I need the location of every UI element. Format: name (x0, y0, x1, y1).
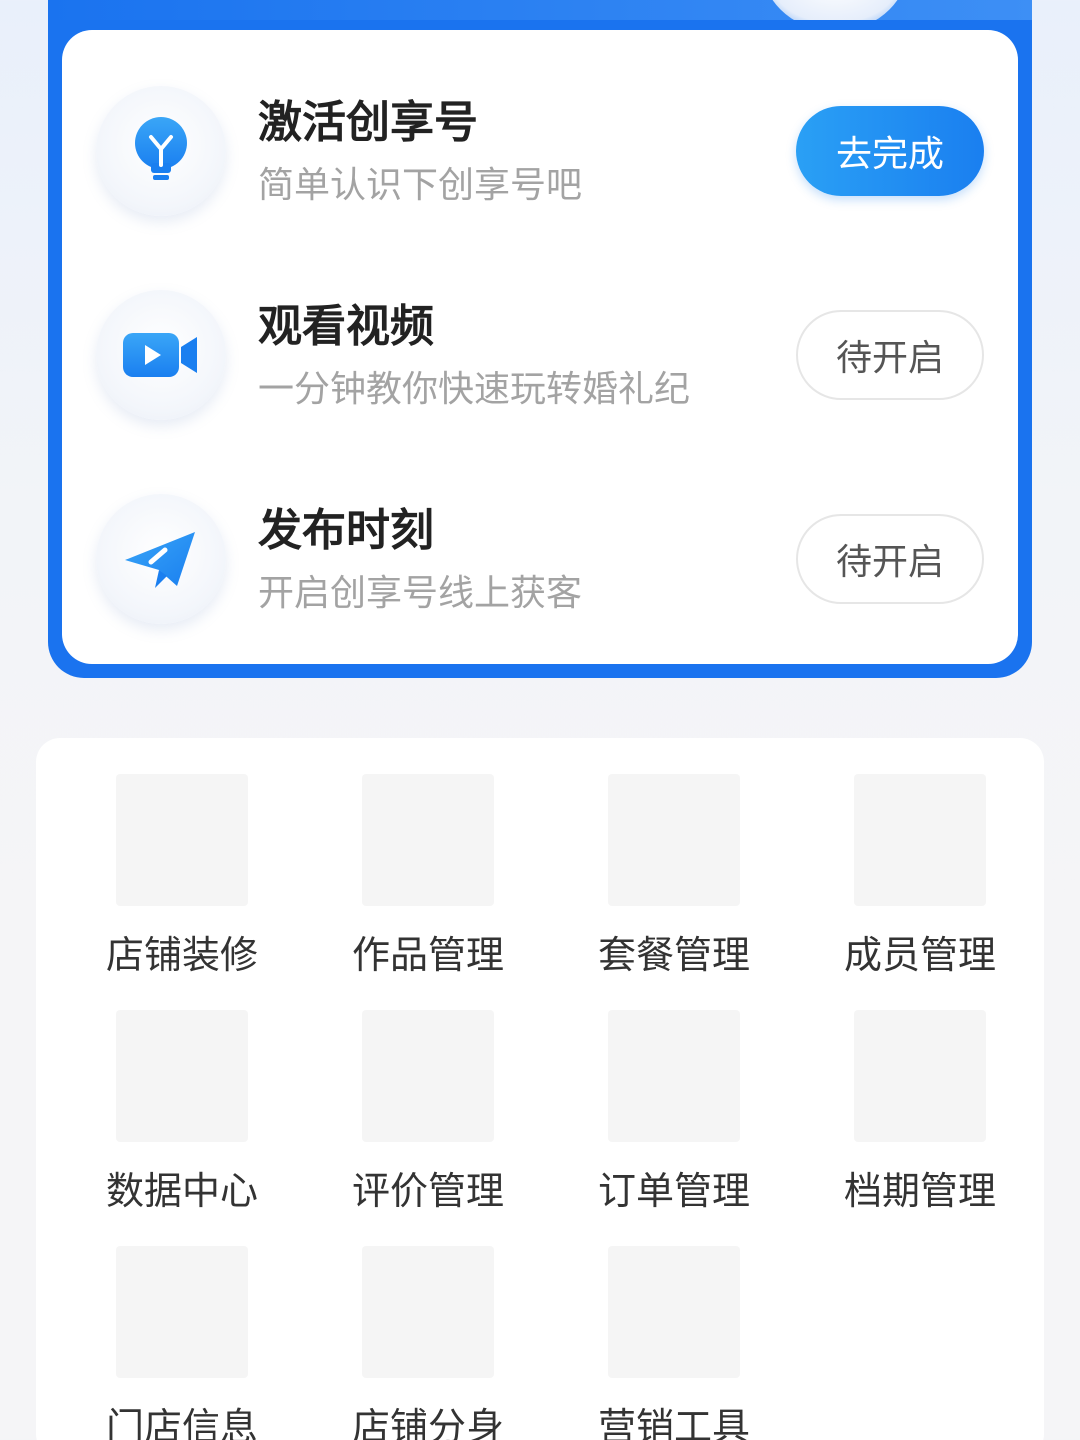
orders-icon (608, 1010, 740, 1142)
task-row-activate: 激活创享号 简单认识下创享号吧 去完成 (62, 76, 1018, 226)
members-icon (854, 774, 986, 906)
menu-item-packages[interactable]: 套餐管理 (528, 738, 774, 977)
pending-button[interactable]: 待开启 (796, 514, 984, 604)
task-desc: 简单认识下创享号吧 (258, 165, 583, 206)
task-title: 发布时刻 (258, 505, 434, 556)
task-desc: 一分钟教你快速玩转婚礼纪 (258, 369, 691, 410)
task-card: 激活创享号 简单认识下创享号吧 去完成 观看视频 一分钟教你快速玩转婚礼纪 待开… (62, 30, 1018, 664)
packages-icon (608, 774, 740, 906)
works-icon (362, 774, 494, 906)
task-row-publish: 发布时刻 开启创享号线上获客 待开启 (62, 484, 1018, 634)
menu-item-marketing-tools[interactable]: 营销工具 (528, 1210, 774, 1440)
task-title: 激活创享号 (258, 97, 478, 148)
task-desc: 开启创享号线上获客 (258, 573, 583, 614)
schedule-icon (854, 1010, 986, 1142)
paper-plane-icon (96, 494, 226, 624)
menu-item-store-info[interactable]: 门店信息 (36, 1210, 282, 1440)
store-info-icon (116, 1246, 248, 1378)
go-complete-button[interactable]: 去完成 (796, 106, 984, 196)
menu-item-members[interactable]: 成员管理 (774, 738, 1020, 977)
menu-item-schedule[interactable]: 档期管理 (774, 974, 1020, 1213)
branch-store-icon (362, 1246, 494, 1378)
menu-item-store-decoration[interactable]: 店铺装修 (36, 738, 282, 977)
store-decoration-icon (116, 774, 248, 906)
menu-label: 成员管理 (843, 933, 996, 977)
lightbulb-icon (96, 86, 226, 216)
pending-button[interactable]: 待开启 (796, 310, 984, 400)
task-row-video: 观看视频 一分钟教你快速玩转婚礼纪 待开启 (62, 280, 1018, 430)
menu-item-orders[interactable]: 订单管理 (528, 974, 774, 1213)
menu-grid: 店铺装修 作品管理 套餐管理 成员管理 数据中心 评价管理 订单管理 档期管理 … (36, 738, 1044, 1440)
menu-label: 档期管理 (843, 1169, 996, 1213)
menu-item-reviews[interactable]: 评价管理 (282, 974, 528, 1213)
menu-item-data-center[interactable]: 数据中心 (36, 974, 282, 1213)
menu-label: 营销工具 (597, 1405, 750, 1440)
task-title: 观看视频 (258, 301, 434, 352)
video-camera-icon (96, 290, 226, 420)
reviews-icon (362, 1010, 494, 1142)
menu-item-branch-store[interactable]: 店铺分身 (282, 1210, 528, 1440)
menu-item-works[interactable]: 作品管理 (282, 738, 528, 977)
marketing-tools-icon (608, 1246, 740, 1378)
data-center-icon (116, 1010, 248, 1142)
